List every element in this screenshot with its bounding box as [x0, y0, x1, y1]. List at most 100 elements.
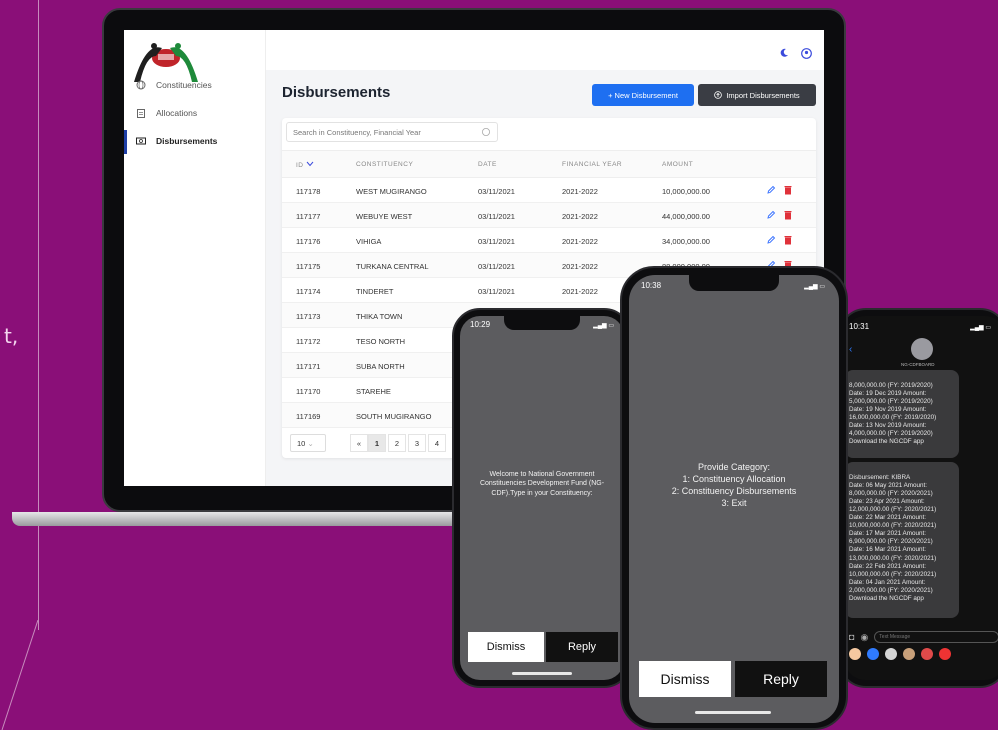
upload-icon: [714, 91, 723, 99]
laptop-base: [12, 512, 482, 526]
search-input[interactable]: Search in Constituency, Financial Year: [286, 122, 498, 142]
button-label: + New Disbursement: [608, 90, 678, 100]
page-button-3[interactable]: 3: [408, 434, 426, 452]
column-header-constituency[interactable]: CONSTITUENCY: [356, 161, 413, 168]
button-label: Import Disbursements: [726, 90, 800, 100]
home-indicator: [512, 672, 572, 675]
user-avatar-icon[interactable]: [801, 48, 812, 59]
sidebar-item-disbursements[interactable]: Disbursements: [136, 136, 217, 146]
cell-amount: 10,000,000.00: [662, 187, 710, 196]
search-placeholder: Search in Constituency, Financial Year: [293, 128, 421, 137]
page-button-4[interactable]: 4: [428, 434, 446, 452]
sidebar: Constituencies Allocations Disbursements: [124, 30, 266, 486]
sticker-app-icon[interactable]: [903, 648, 915, 660]
cell-constituency: SOUTH MUGIRANGO: [356, 412, 432, 421]
page-button-1[interactable]: 1: [368, 434, 386, 452]
cell-id: 117178: [296, 187, 321, 196]
cell-constituency: STAREHE: [356, 387, 391, 396]
camera-icon[interactable]: ◘: [849, 632, 854, 642]
cell-constituency: WEBUYE WEST: [356, 212, 413, 221]
back-arrow-icon[interactable]: ‹: [849, 344, 852, 355]
reply-button[interactable]: Reply: [735, 661, 827, 697]
ussd-message: Provide Category: 1: Constituency Alloca…: [671, 462, 797, 509]
side-text: t,: [4, 324, 19, 348]
more-app-icon[interactable]: [939, 648, 951, 660]
cell-fy: 2021-2022: [562, 237, 598, 246]
column-header-date[interactable]: DATE: [478, 161, 497, 168]
cell-id: 117172: [296, 337, 321, 346]
import-disbursements-button[interactable]: Import Disbursements: [698, 84, 816, 106]
cell-date: 03/11/2021: [478, 187, 515, 196]
edit-icon[interactable]: [766, 235, 776, 245]
cell-date: 03/11/2021: [478, 237, 515, 246]
search-icon: [482, 128, 490, 136]
cell-constituency: TESO NORTH: [356, 337, 406, 346]
active-indicator: [124, 130, 127, 154]
column-header-financial-year[interactable]: FINANCIAL YEAR: [562, 161, 622, 168]
status-time: 10:31: [849, 322, 870, 331]
ngcdf-logo: [134, 43, 198, 82]
dismiss-button[interactable]: Dismiss: [639, 661, 731, 697]
cell-date: 03/11/2021: [478, 262, 515, 271]
chevron-down-icon: [306, 161, 314, 167]
signal-battery-icon: ▂▄▆ ▭: [804, 284, 825, 290]
sms-bubble-1: 8,000,000.00 (FY: 2019/2020) Date: 19 De…: [845, 370, 959, 458]
delete-icon[interactable]: [784, 185, 792, 195]
cash-icon: [136, 137, 146, 145]
column-header-amount[interactable]: AMOUNT: [662, 161, 693, 168]
cell-constituency: THIKA TOWN: [356, 312, 403, 321]
cell-fy: 2021-2022: [562, 187, 598, 196]
decorative-line: [38, 0, 39, 630]
delete-icon[interactable]: [784, 235, 792, 245]
prev-page-button[interactable]: «: [350, 434, 368, 452]
dismiss-button[interactable]: Dismiss: [468, 632, 544, 662]
sidebar-item-allocations[interactable]: Allocations: [136, 108, 197, 118]
cell-constituency: TINDERET: [356, 287, 394, 296]
signal-battery-icon: ▂▄▆ ▭: [970, 325, 991, 331]
ussd-message: Welcome to National Government Constitue…: [479, 471, 605, 497]
table-header: ID CONSTITUENCY DATE FINANCIAL YEAR AMOU…: [282, 150, 816, 178]
page-button-2[interactable]: 2: [388, 434, 406, 452]
table-row[interactable]: 117177 WEBUYE WEST 03/11/2021 2021-2022 44,0…: [282, 203, 816, 228]
new-disbursement-button[interactable]: + New Disbursement: [592, 84, 694, 106]
reply-button[interactable]: Reply: [546, 632, 618, 662]
sidebar-item-label: Allocations: [156, 108, 198, 118]
cell-date: 03/11/2021: [478, 287, 515, 296]
phone-1-screen: 10:29 ▂▄▆ ▭ Welcome to National Governme…: [460, 316, 624, 680]
cell-id: 117171: [296, 362, 321, 371]
sms-bubble-2: Disbursement: KIBRA Date: 06 May 2021 Am…: [845, 462, 959, 618]
appstore-app-icon[interactable]: [867, 648, 879, 660]
moon-icon[interactable]: [779, 48, 789, 58]
edit-icon[interactable]: [766, 185, 776, 195]
music-app-icon[interactable]: [921, 648, 933, 660]
sidebar-item-constituencies[interactable]: Constituencies: [136, 80, 212, 90]
header-icons: [779, 48, 812, 59]
column-header-id[interactable]: ID: [296, 161, 314, 169]
cell-id: 117170: [296, 387, 321, 396]
edit-icon[interactable]: [766, 210, 776, 220]
memoji-app-icon[interactable]: [885, 648, 897, 660]
cell-date: 03/11/2021: [478, 212, 515, 221]
status-time: 10:38: [641, 281, 662, 290]
table-row[interactable]: 117178 WEST MUGIRANGO 03/11/2021 2021-2022 1…: [282, 178, 816, 203]
cell-constituency: SUBA NORTH: [356, 362, 405, 371]
table-row[interactable]: 117176 VIHIGA 03/11/2021 2021-2022 34,000,00…: [282, 228, 816, 253]
cell-fy: 2021-2022: [562, 287, 598, 296]
message-input[interactable]: Text Message: [874, 631, 998, 643]
message-input-bar: ◘ ◉ Text Message: [849, 630, 998, 644]
cell-id: 117176: [296, 237, 321, 246]
status-time: 10:29: [470, 320, 491, 329]
cell-fy: 2021-2022: [562, 212, 598, 221]
apps-icon[interactable]: ◉: [860, 632, 868, 643]
delete-icon[interactable]: [784, 210, 792, 220]
photos-app-icon[interactable]: [849, 648, 861, 660]
sender-avatar: [911, 338, 933, 360]
cell-constituency: WEST MUGIRANGO: [356, 187, 427, 196]
cell-id: 117175: [296, 262, 321, 271]
page-size-select[interactable]: 10 ⌄: [290, 434, 326, 452]
cell-id: 117169: [296, 412, 321, 421]
cell-constituency: VIHIGA: [356, 237, 382, 246]
sidebar-item-label: Disbursements: [156, 136, 218, 146]
cell-fy: 2021-2022: [562, 262, 598, 271]
decorative-diagonal: [1, 620, 39, 730]
